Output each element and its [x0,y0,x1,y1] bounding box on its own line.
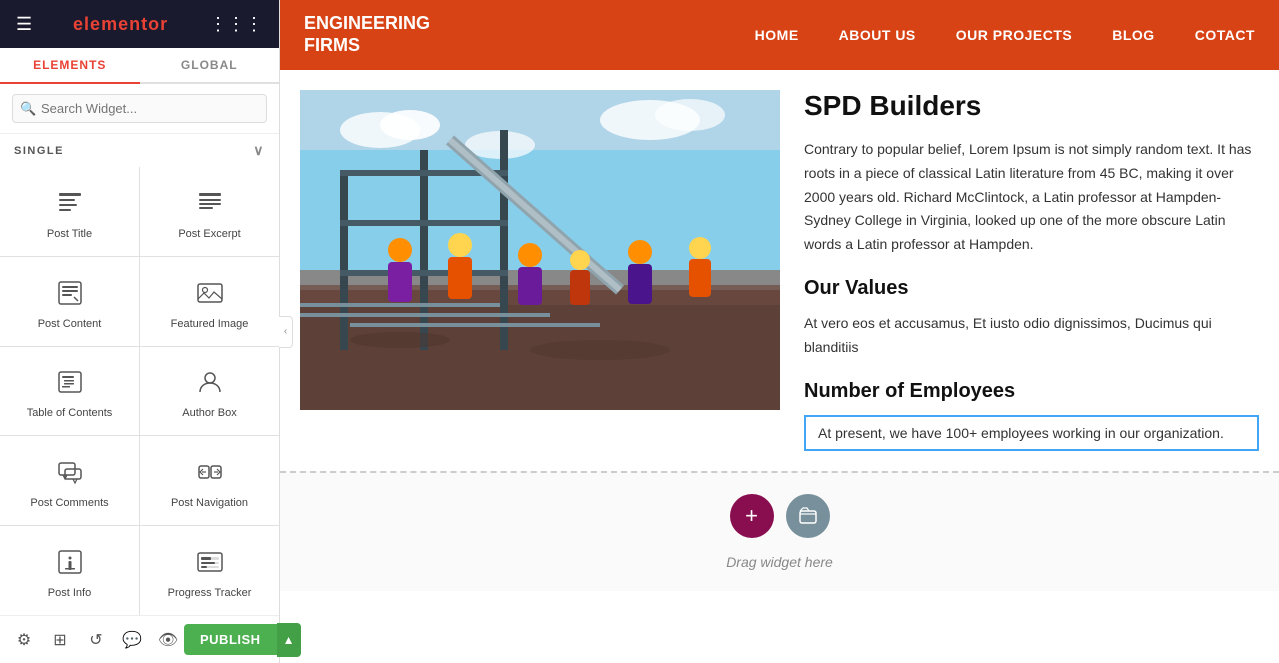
sidebar-header: ☰ elementor ⋮⋮⋮ [0,0,279,48]
post-navigation-icon [196,458,224,491]
employees-text: At present, we have 100+ employees worki… [804,415,1259,451]
widget-post-excerpt-label: Post Excerpt [178,228,240,240]
widget-post-info-label: Post Info [48,587,91,599]
page-content: SPD Builders Contrary to popular belief,… [280,70,1279,663]
category-label[interactable]: SINGLE ∨ [0,134,279,167]
add-template-button[interactable] [786,494,830,538]
drag-buttons: + [730,494,830,538]
apps-icon[interactable]: ⋮⋮⋮ [209,14,263,35]
widget-post-navigation[interactable]: Post Navigation [140,436,279,525]
widget-author-box-label: Author Box [182,407,236,419]
post-excerpt-icon [196,189,224,222]
hamburger-icon[interactable]: ☰ [16,14,32,35]
widget-table-of-contents-label: Table of Contents [27,407,113,419]
search-icon: 🔍 [20,101,36,117]
post-title-icon [56,189,84,222]
nav-about-us[interactable]: ABOUT US [839,27,916,43]
widget-post-comments-label: Post Comments [30,497,108,509]
nav-links: HOME ABOUT US OUR PROJECTS BLOG COTACT [755,27,1255,43]
brand-line2: FIRMS [304,35,360,55]
add-widget-button[interactable]: + [730,494,774,538]
sidebar: ☰ elementor ⋮⋮⋮ ELEMENTS GLOBAL 🔍 SINGLE… [0,0,280,663]
comments-icon[interactable]: 💬 [116,624,148,656]
post-info-icon [56,548,84,581]
main-content: ENGINEERING FIRMS HOME ABOUT US OUR PROJ… [280,0,1279,663]
sidebar-bottom: ⚙ ⊞ ↺ 💬 👁 PUBLISH ▲ [0,615,279,663]
widget-post-content[interactable]: Post Content [0,257,139,346]
content-text: SPD Builders Contrary to popular belief,… [780,90,1259,451]
author-box-icon [196,368,224,401]
widget-post-title-label: Post Title [47,228,92,240]
widget-author-box[interactable]: Author Box [140,347,279,436]
collapse-handle[interactable]: ‹ [279,316,293,348]
table-of-contents-icon [56,368,84,401]
employees-heading: Number of Employees [804,380,1259,403]
progress-tracker-icon [196,548,224,581]
content-title: SPD Builders [804,90,1259,122]
nav-home[interactable]: HOME [755,27,799,43]
content-body: Contrary to popular belief, Lorem Ipsum … [804,138,1259,257]
layers-icon[interactable]: ⊞ [44,624,76,656]
content-row: SPD Builders Contrary to popular belief,… [280,70,1279,451]
nav-blog[interactable]: BLOG [1112,27,1154,43]
widget-featured-image[interactable]: Featured Image [140,257,279,346]
nav-contact[interactable]: COTACT [1195,27,1255,43]
history-icon[interactable]: ↺ [80,624,112,656]
post-comments-icon [56,458,84,491]
nav-our-projects[interactable]: OUR PROJECTS [956,27,1072,43]
eye-icon[interactable]: 👁 [152,624,184,656]
tab-elements[interactable]: ELEMENTS [0,48,140,84]
brand-logo: elementor [73,14,168,35]
widget-post-comments[interactable]: Post Comments [0,436,139,525]
featured-image-icon [196,279,224,312]
widget-table-of-contents[interactable]: Table of Contents [0,347,139,436]
values-heading: Our Values [804,277,1259,300]
widget-post-title[interactable]: Post Title [0,167,139,256]
widget-progress-tracker[interactable]: Progress Tracker [140,526,279,615]
widget-featured-image-label: Featured Image [171,318,249,330]
widget-post-excerpt[interactable]: Post Excerpt [140,167,279,256]
widget-progress-tracker-label: Progress Tracker [168,587,252,599]
brand-line1: ENGINEERING [304,13,430,33]
publish-button-group: PUBLISH ▲ [184,623,301,657]
widget-post-info[interactable]: Post Info [0,526,139,615]
publish-arrow-button[interactable]: ▲ [277,623,301,657]
bottom-icons: ⚙ ⊞ ↺ 💬 👁 [8,624,184,656]
chevron-down-icon: ∨ [253,142,265,159]
settings-icon[interactable]: ⚙ [8,624,40,656]
search-box: 🔍 [0,84,279,134]
category-text: SINGLE [14,145,64,157]
search-input[interactable] [12,94,267,123]
site-brand: ENGINEERING FIRMS [304,13,430,56]
widget-post-content-label: Post Content [38,318,102,330]
widget-post-navigation-label: Post Navigation [171,497,248,509]
sidebar-tabs: ELEMENTS GLOBAL [0,48,279,84]
featured-image-preview [300,90,780,410]
post-content-icon [56,279,84,312]
widgets-grid: Post Title Post Excerpt [0,167,279,615]
publish-button[interactable]: PUBLISH [184,624,277,655]
drag-label: Drag widget here [726,554,833,570]
values-text: At vero eos et accusamus, Et iusto odio … [804,312,1259,360]
tab-global[interactable]: GLOBAL [140,48,280,82]
drag-area: + Drag widget here [280,471,1279,591]
top-nav: ENGINEERING FIRMS HOME ABOUT US OUR PROJ… [280,0,1279,70]
